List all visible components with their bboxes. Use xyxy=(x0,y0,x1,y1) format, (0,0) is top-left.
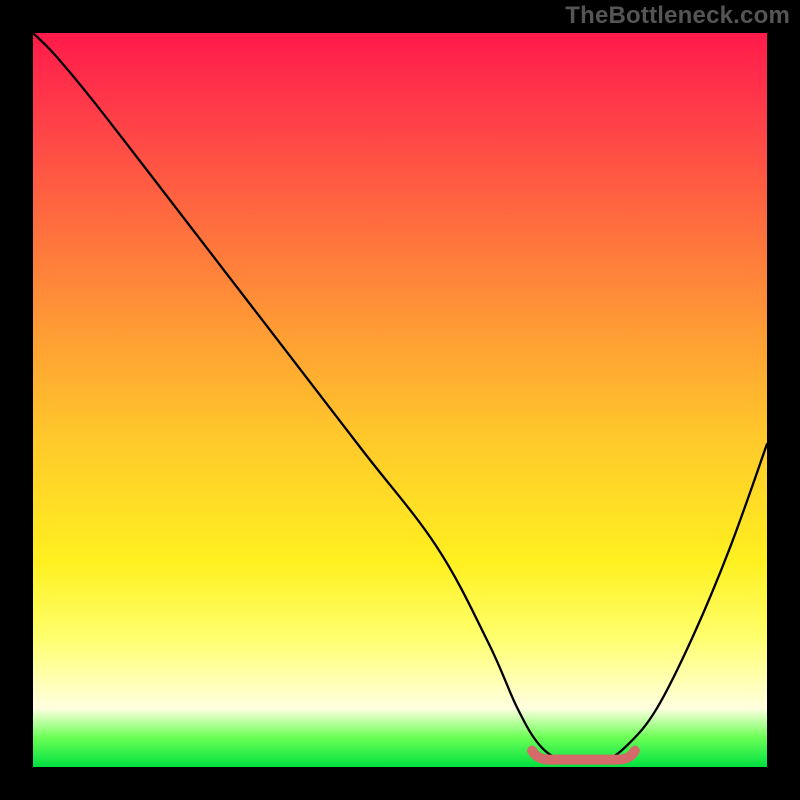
bottleneck-curve xyxy=(33,33,767,761)
attribution-text: TheBottleneck.com xyxy=(565,2,790,30)
chart-frame: TheBottleneck.com xyxy=(0,0,800,800)
curve-layer xyxy=(33,33,767,767)
plot-area xyxy=(33,33,767,767)
